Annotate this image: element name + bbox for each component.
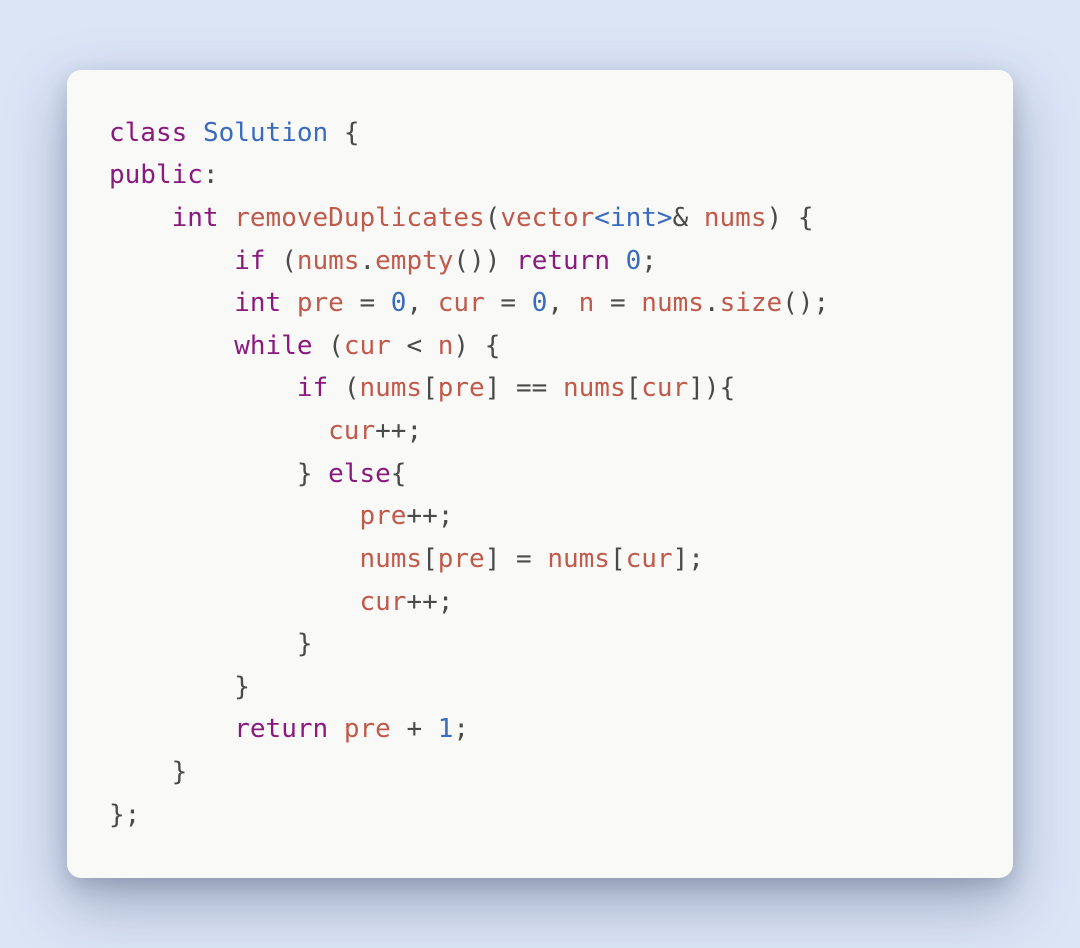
brace-close: } xyxy=(234,672,250,702)
brace-open: { xyxy=(391,459,407,489)
paren-open: ( xyxy=(344,373,360,403)
semi: ; xyxy=(125,800,141,830)
brace-open: { xyxy=(720,373,736,403)
semi: ; xyxy=(688,544,704,574)
id-pre: pre xyxy=(344,714,391,744)
id-cur: cur xyxy=(328,416,375,446)
eq: = xyxy=(610,288,626,318)
code-block: class Solution { public: int removeDupli… xyxy=(109,112,971,837)
brace-close: } xyxy=(297,459,313,489)
num-zero: 0 xyxy=(626,246,642,276)
id-n: n xyxy=(579,288,595,318)
id-nums: nums xyxy=(547,544,610,574)
kw-public: public xyxy=(109,160,203,190)
plus: + xyxy=(406,714,422,744)
num-zero: 0 xyxy=(391,288,407,318)
id-cur: cur xyxy=(626,544,673,574)
id-pre: pre xyxy=(359,501,406,531)
bracket-close: ] xyxy=(485,544,501,574)
id-cur: cur xyxy=(359,587,406,617)
num-zero: 0 xyxy=(532,288,548,318)
id-pre: pre xyxy=(297,288,344,318)
type-solution: Solution xyxy=(203,118,328,148)
plusplus: ++ xyxy=(375,416,406,446)
brace-close: } xyxy=(109,800,125,830)
brace-open: { xyxy=(344,118,360,148)
kw-while: while xyxy=(234,331,312,361)
brace-close: } xyxy=(172,757,188,787)
code-card: class Solution { public: int removeDupli… xyxy=(67,70,1013,879)
id-cur: cur xyxy=(641,373,688,403)
bracket-open: [ xyxy=(422,544,438,574)
comma: , xyxy=(406,288,422,318)
kw-else: else xyxy=(328,459,391,489)
fn-size: size xyxy=(720,288,783,318)
id-nums: nums xyxy=(297,246,360,276)
id-pre: pre xyxy=(438,373,485,403)
id-nums: nums xyxy=(563,373,626,403)
paren-open: ( xyxy=(453,246,469,276)
kw-int: int xyxy=(234,288,281,318)
brace-open: { xyxy=(798,203,814,233)
dot: . xyxy=(359,246,375,276)
fn-empty: empty xyxy=(375,246,453,276)
kw-int: int xyxy=(172,203,219,233)
paren-open: ( xyxy=(485,203,501,233)
kw-return: return xyxy=(516,246,610,276)
bracket-open: [ xyxy=(610,544,626,574)
bracket-close: ] xyxy=(485,373,501,403)
stage: class Solution { public: int removeDupli… xyxy=(0,0,1080,948)
paren-close: ) xyxy=(798,288,814,318)
id-nums: nums xyxy=(704,203,767,233)
eq: = xyxy=(516,544,532,574)
paren-close: ) xyxy=(767,203,783,233)
bracket-open: [ xyxy=(626,373,642,403)
id-nums: nums xyxy=(359,373,422,403)
brace-open: { xyxy=(485,331,501,361)
semi: ; xyxy=(453,714,469,744)
id-cur: cur xyxy=(438,288,485,318)
kw-if: if xyxy=(234,246,265,276)
id-n: n xyxy=(438,331,454,361)
num-one: 1 xyxy=(438,714,454,744)
paren-close: ) xyxy=(704,373,720,403)
amp: & xyxy=(673,203,689,233)
lt-op: < xyxy=(406,331,422,361)
paren-open: ( xyxy=(281,246,297,276)
colon: : xyxy=(203,160,219,190)
kw-if: if xyxy=(297,373,328,403)
comma: , xyxy=(547,288,563,318)
id-pre: pre xyxy=(438,544,485,574)
angle-close: > xyxy=(657,203,673,233)
angle-open: < xyxy=(594,203,610,233)
plusplus: ++ xyxy=(406,501,437,531)
semi: ; xyxy=(406,416,422,446)
kw-return: return xyxy=(234,714,328,744)
bracket-close: ] xyxy=(688,373,704,403)
eqeq: == xyxy=(516,373,547,403)
paren-close: ) xyxy=(453,331,469,361)
paren-close: ) xyxy=(485,246,501,276)
dot: . xyxy=(704,288,720,318)
tpl-int: int xyxy=(610,203,657,233)
bracket-close: ] xyxy=(673,544,689,574)
id-nums: nums xyxy=(359,544,422,574)
brace-close: } xyxy=(297,629,313,659)
kw-class: class xyxy=(109,118,187,148)
semi: ; xyxy=(641,246,657,276)
type-vector: vector xyxy=(500,203,594,233)
semi: ; xyxy=(814,288,830,318)
plusplus: ++ xyxy=(406,587,437,617)
id-cur: cur xyxy=(344,331,391,361)
eq: = xyxy=(359,288,375,318)
bracket-open: [ xyxy=(422,373,438,403)
paren-open: ( xyxy=(782,288,798,318)
id-nums: nums xyxy=(641,288,704,318)
fn-removeduplicates: removeDuplicates xyxy=(234,203,484,233)
semi: ; xyxy=(438,501,454,531)
paren-open: ( xyxy=(328,331,344,361)
paren-close: ) xyxy=(469,246,485,276)
semi: ; xyxy=(438,587,454,617)
eq: = xyxy=(500,288,516,318)
